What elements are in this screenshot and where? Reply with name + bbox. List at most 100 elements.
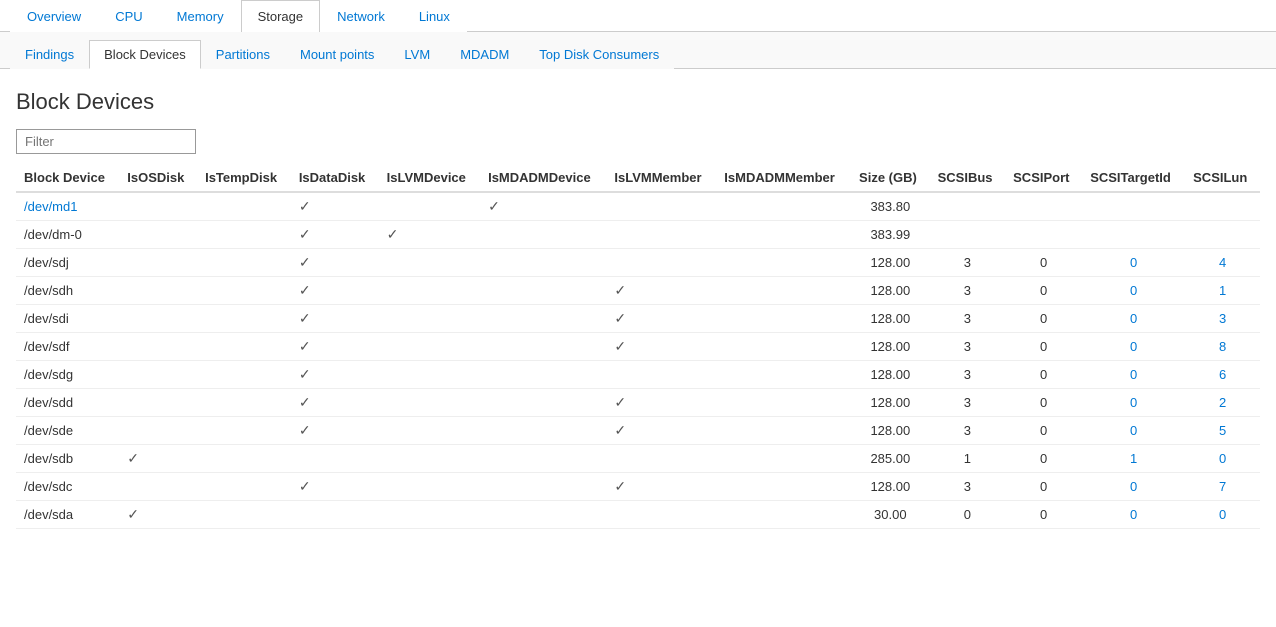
table-row: /dev/md1✓✓383.80 [16, 192, 1260, 221]
table-cell: 128.00 [851, 333, 930, 361]
table-cell: 128.00 [851, 305, 930, 333]
table-cell: ✓ [119, 445, 197, 473]
table-cell: 0 [1185, 501, 1260, 529]
table-cell: 4 [1185, 249, 1260, 277]
top-nav-tab-network[interactable]: Network [320, 0, 402, 32]
table-cell: 0 [1005, 305, 1082, 333]
table-cell [197, 305, 291, 333]
table-cell [480, 277, 606, 305]
top-nav-tab-storage[interactable]: Storage [241, 0, 321, 32]
table-cell [119, 305, 197, 333]
table-cell [716, 333, 851, 361]
table-cell [197, 249, 291, 277]
col-header-size--gb-: Size (GB) [851, 164, 930, 192]
sub-nav-tab-block-devices[interactable]: Block Devices [89, 40, 201, 69]
table-cell [716, 389, 851, 417]
table-cell [606, 445, 716, 473]
table-cell: ✓ [606, 277, 716, 305]
block-devices-table: Block DeviceIsOSDiskIsTempDiskIsDataDisk… [16, 164, 1260, 529]
table-cell: /dev/sda [16, 501, 119, 529]
col-header-scsiport: SCSIPort [1005, 164, 1082, 192]
table-cell: 0 [1082, 333, 1185, 361]
table-cell [197, 445, 291, 473]
table-row: /dev/sdh✓✓128.003001 [16, 277, 1260, 305]
table-cell [119, 417, 197, 445]
col-header-scsitargetid: SCSITargetId [1082, 164, 1185, 192]
table-cell [379, 305, 480, 333]
table-cell: 0 [1082, 277, 1185, 305]
table-row: /dev/sda✓30.000000 [16, 501, 1260, 529]
table-cell: 128.00 [851, 277, 930, 305]
table-cell: /dev/sde [16, 417, 119, 445]
table-cell: 0 [1005, 361, 1082, 389]
table-cell: ✓ [291, 473, 379, 501]
table-cell [379, 445, 480, 473]
table-cell: 0 [1082, 361, 1185, 389]
sub-nav: FindingsBlock DevicesPartitionsMount poi… [0, 32, 1276, 69]
table-cell: 0 [1005, 333, 1082, 361]
table-cell: 0 [1005, 445, 1082, 473]
table-cell [197, 389, 291, 417]
table-cell [480, 249, 606, 277]
table-cell [197, 361, 291, 389]
table-cell [291, 445, 379, 473]
table-cell [379, 473, 480, 501]
table-cell [119, 389, 197, 417]
table-cell [716, 192, 851, 221]
col-header-isdatadisk: IsDataDisk [291, 164, 379, 192]
table-cell: 3 [930, 361, 1006, 389]
table-cell: ✓ [291, 361, 379, 389]
table-cell: /dev/sdc [16, 473, 119, 501]
table-row: /dev/sdi✓✓128.003003 [16, 305, 1260, 333]
table-cell: 0 [1005, 417, 1082, 445]
table-cell: 1 [1082, 445, 1185, 473]
table-cell: 0 [930, 501, 1006, 529]
sub-nav-tab-top-disk-consumers[interactable]: Top Disk Consumers [524, 40, 674, 69]
table-cell: 0 [1005, 249, 1082, 277]
top-nav-tab-linux[interactable]: Linux [402, 0, 467, 32]
table-cell [1082, 192, 1185, 221]
table-cell: 30.00 [851, 501, 930, 529]
table-cell [716, 305, 851, 333]
table-cell [379, 361, 480, 389]
sub-nav-tab-lvm[interactable]: LVM [389, 40, 445, 69]
table-cell[interactable]: /dev/md1 [16, 192, 119, 221]
table-cell [480, 417, 606, 445]
table-cell [716, 221, 851, 249]
sub-nav-tab-findings[interactable]: Findings [10, 40, 89, 69]
table-cell: 3 [1185, 305, 1260, 333]
table-cell [1005, 221, 1082, 249]
table-cell: 128.00 [851, 389, 930, 417]
sub-nav-tab-partitions[interactable]: Partitions [201, 40, 285, 69]
sub-nav-tab-mdadm[interactable]: MDADM [445, 40, 524, 69]
top-nav-tab-cpu[interactable]: CPU [98, 0, 159, 32]
table-cell: /dev/sdb [16, 445, 119, 473]
table-cell: ✓ [606, 473, 716, 501]
table-cell: ✓ [291, 417, 379, 445]
table-cell: ✓ [291, 277, 379, 305]
table-cell [379, 417, 480, 445]
col-header-scsilun: SCSILun [1185, 164, 1260, 192]
table-cell: 383.99 [851, 221, 930, 249]
table-cell [197, 501, 291, 529]
top-nav-tab-overview[interactable]: Overview [10, 0, 98, 32]
table-cell: 285.00 [851, 445, 930, 473]
filter-input[interactable] [16, 129, 196, 154]
table-cell [606, 192, 716, 221]
table-cell: 3 [930, 305, 1006, 333]
table-cell [1082, 221, 1185, 249]
table-cell [480, 501, 606, 529]
table-cell: 0 [1005, 277, 1082, 305]
table-cell [1005, 192, 1082, 221]
top-nav-tab-memory[interactable]: Memory [160, 0, 241, 32]
table-cell: 2 [1185, 389, 1260, 417]
page-title: Block Devices [16, 89, 1260, 115]
table-cell [379, 333, 480, 361]
col-header-ismdadmmember: IsMDADMMember [716, 164, 851, 192]
sub-nav-tab-mount-points[interactable]: Mount points [285, 40, 389, 69]
table-cell: /dev/sdh [16, 277, 119, 305]
table-cell: 0 [1082, 305, 1185, 333]
table-cell [716, 361, 851, 389]
table-cell: /dev/dm-0 [16, 221, 119, 249]
table-row: /dev/sdc✓✓128.003007 [16, 473, 1260, 501]
